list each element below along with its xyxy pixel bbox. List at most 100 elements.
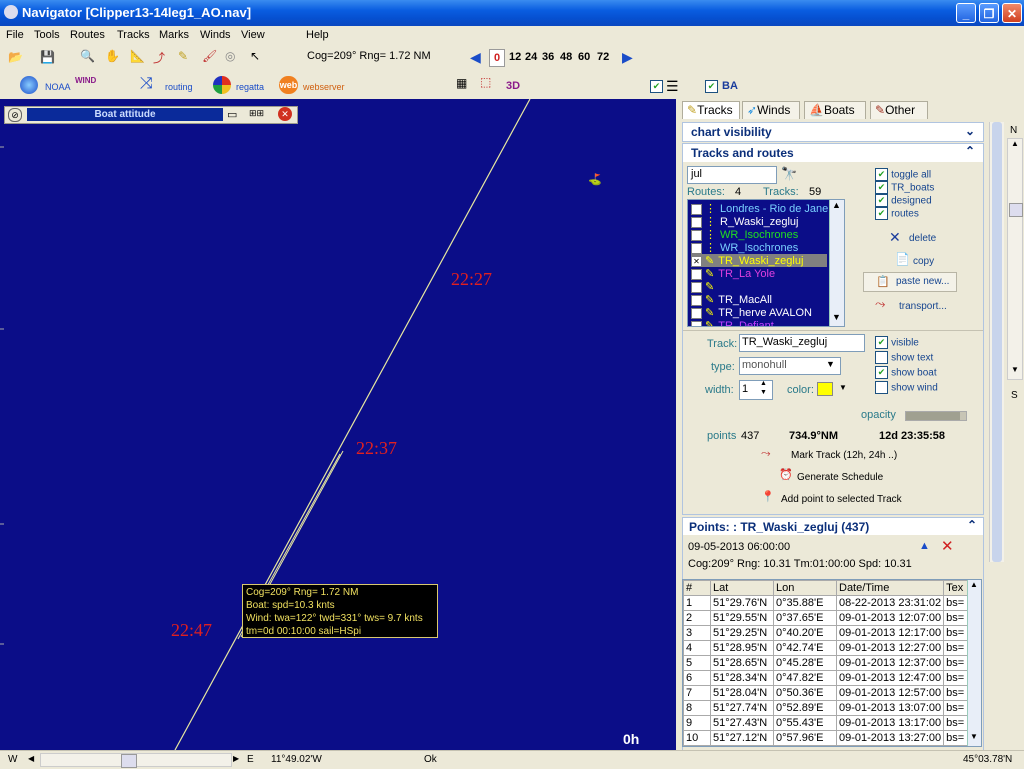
color-dropdown-icon[interactable]: ▼	[839, 383, 847, 392]
color-swatch[interactable]	[817, 382, 833, 396]
track-checkbox[interactable]	[691, 268, 702, 280]
pencil-icon[interactable]: ✎	[178, 49, 188, 63]
visible-label[interactable]: visible	[891, 337, 919, 348]
panel-scroll-thumb[interactable]	[992, 122, 1002, 562]
width-stepper[interactable]: 1 ▲ ▼	[739, 380, 773, 400]
scroll-up-icon[interactable]: ▲	[832, 200, 841, 210]
list-item[interactable]: ⋮ Londres - Rio de Janeiro	[691, 202, 828, 215]
track-checkbox[interactable]	[691, 307, 702, 319]
regatta-label[interactable]: regatta	[236, 82, 264, 92]
toggle-all-checkbox[interactable]: ✔	[875, 168, 888, 181]
time-back-icon[interactable]: ◀	[470, 49, 481, 66]
col-index[interactable]: #	[683, 580, 711, 596]
menu-file[interactable]: File	[6, 29, 24, 41]
table-row[interactable]: 1 51°29.76'N 0°35.88'E 08-22-2013 23:31:02 b…	[683, 595, 973, 611]
track-search-input[interactable]: jul	[687, 166, 777, 184]
ba-label[interactable]: BA	[722, 80, 738, 92]
show-text-row[interactable]: show text	[875, 351, 938, 366]
list-item[interactable]: ✎ TR_Defiant	[691, 319, 827, 326]
boat-attitude-title[interactable]: Boat attitude	[27, 108, 223, 121]
list-item[interactable]: ⋮ WR_Isochrones	[691, 228, 827, 241]
layers-checkbox[interactable]: ✔	[650, 80, 663, 93]
designed-row[interactable]: ✔ designed	[875, 194, 934, 207]
show-text-checkbox[interactable]	[875, 351, 888, 364]
table-row[interactable]: 3 51°29.25'N 0°40.20'E 09-01-2013 12:17:00 b…	[683, 625, 973, 641]
tab-boats[interactable]: ⛵Boats	[804, 101, 866, 119]
binoculars-icon[interactable]: 🔭	[781, 166, 797, 182]
edge-scrollbar[interactable]: ▲ ▼	[1007, 138, 1023, 380]
edge-scroll-down-icon[interactable]: ▼	[1011, 365, 1019, 374]
track-checkbox[interactable]	[691, 242, 702, 254]
pan-hand-icon[interactable]: ✋	[105, 49, 120, 63]
track-checkbox[interactable]	[691, 320, 702, 326]
menu-tracks[interactable]: Tracks	[117, 29, 150, 41]
edge-scroll-up-icon[interactable]: ▲	[1011, 139, 1019, 148]
type-select[interactable]: monohull ▼	[739, 357, 841, 375]
copy-icon[interactable]: 📄	[895, 252, 910, 266]
routing-icon[interactable]: ⤨	[140, 75, 153, 93]
time-step-24[interactable]: 24	[525, 51, 537, 63]
pointer-icon[interactable]: ↖	[250, 49, 260, 63]
tracks-list[interactable]: ⋮ Londres - Rio de Janeiro ⋮ R_Waski_zegluj…	[687, 199, 845, 327]
menu-routes[interactable]: Routes	[70, 29, 105, 41]
delete-point-icon[interactable]: ✕	[941, 537, 954, 555]
track-checkbox[interactable]	[691, 294, 702, 306]
copy-button[interactable]: copy	[913, 256, 934, 267]
track-checkbox[interactable]: ✕	[691, 255, 702, 267]
delete-icon[interactable]: ✕	[889, 229, 901, 246]
scroll-down-icon[interactable]: ▼	[832, 312, 841, 322]
show-boat-label[interactable]: show boat	[891, 367, 937, 378]
track-name-input[interactable]: TR_Waski_zegluj	[739, 334, 865, 352]
time-step-72[interactable]: 72	[597, 51, 609, 63]
edge-scroll-thumb[interactable]	[1009, 203, 1023, 217]
track-checkbox[interactable]	[691, 229, 702, 241]
close-attitude-icon[interactable]: ✕	[278, 107, 292, 121]
show-text-label[interactable]: show text	[891, 352, 933, 363]
target-icon[interactable]: ◎	[225, 49, 235, 63]
points-header[interactable]: Points: : TR_Waski_zegluj (437) ⌃	[683, 518, 983, 535]
list-item[interactable]: ✕ ✎ TR_Waski_zegluj	[691, 254, 827, 267]
menu-help[interactable]: Help	[306, 29, 329, 41]
tr-boats-row[interactable]: ✔ TR_boats	[875, 181, 934, 194]
table-row[interactable]: 10 51°27.12'N 0°57.96'E 09-01-2013 13:27:00…	[683, 730, 973, 746]
tr-boats-label[interactable]: TR_boats	[891, 182, 934, 193]
menu-tools[interactable]: Tools	[34, 29, 60, 41]
web-icon[interactable]: web	[279, 76, 298, 94]
mark-track-button[interactable]: Mark Track (12h, 24h ..)	[791, 450, 897, 461]
regatta-icon[interactable]	[213, 76, 231, 94]
brush-icon[interactable]: 🖌	[202, 49, 217, 63]
measure-icon[interactable]: 📐	[130, 49, 145, 63]
routes-checkbox[interactable]: ✔	[875, 207, 888, 220]
table-scrollbar[interactable]: ▲ ▼	[967, 580, 981, 746]
list-item[interactable]: ✎ TR_MacAll	[691, 293, 827, 306]
menu-view[interactable]: View	[241, 29, 265, 41]
toggle-all-label[interactable]: toggle all	[891, 169, 931, 180]
track-checkbox[interactable]	[691, 203, 702, 215]
menu-marks[interactable]: Marks	[159, 29, 189, 41]
designed-label[interactable]: designed	[891, 195, 932, 206]
delete-button[interactable]: delete	[909, 233, 936, 244]
toggle-all-row[interactable]: ✔ toggle all	[875, 168, 934, 181]
webserver-label[interactable]: webserver	[303, 82, 345, 92]
route-icon[interactable]: ⤴	[153, 49, 165, 66]
list-item[interactable]: ✎ TR_herve AVALON	[691, 306, 827, 319]
track-checkbox[interactable]	[691, 281, 702, 293]
transport-icon[interactable]: ⤳	[875, 296, 885, 312]
chart-map[interactable]: ⛳ 22:27 22:37 22:47 Cog=209° Rng= 1.72 N…	[0, 99, 676, 750]
collapse-icon[interactable]: ⌃	[965, 144, 975, 158]
stepper-down-icon[interactable]: ▼	[760, 389, 767, 396]
time-step-48[interactable]: 48	[560, 51, 572, 63]
list-item[interactable]: ✎	[691, 280, 827, 293]
points-table[interactable]: # Lat Lon Date/Time Tex 1 51°29.76'N 0°35.…	[682, 579, 982, 747]
stepper-up-icon[interactable]: ▲	[760, 380, 767, 387]
close-button[interactable]: ✕	[1002, 3, 1022, 23]
add-point-button[interactable]: Add point to selected Track	[781, 494, 902, 505]
generate-schedule-button[interactable]: Generate Schedule	[797, 472, 883, 483]
3d-label[interactable]: 3D	[506, 80, 520, 92]
mark-track-icon[interactable]: ⤳	[761, 446, 771, 461]
maximize-button[interactable]: ❐	[979, 3, 999, 23]
time-step-60[interactable]: 60	[578, 51, 590, 63]
routing-label[interactable]: routing	[165, 82, 193, 92]
pin-icon[interactable]: ⊞⊞	[249, 108, 264, 119]
minimize-button[interactable]: _	[956, 3, 976, 23]
